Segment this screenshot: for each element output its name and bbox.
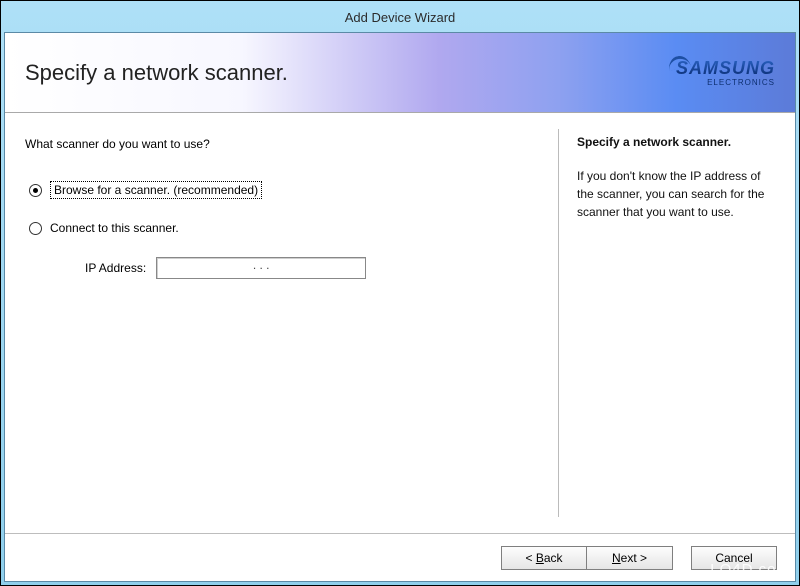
side-pane: Specify a network scanner. If you don't … (559, 113, 795, 533)
radio-connect-label: Connect to this scanner. (50, 221, 179, 235)
question-text: What scanner do you want to use? (25, 137, 538, 151)
radio-connect-row[interactable]: Connect to this scanner. (25, 221, 538, 235)
main-pane: What scanner do you want to use? Browse … (5, 113, 558, 533)
banner: Specify a network scanner. SAMSUNG ELECT… (5, 33, 795, 113)
side-title: Specify a network scanner. (577, 135, 777, 149)
watermark: LO4D.com (710, 561, 790, 578)
side-body: If you don't know the IP address of the … (577, 167, 777, 221)
radio-browse-label: Browse for a scanner. (recommended) (50, 181, 262, 199)
next-button[interactable]: Next > (587, 546, 673, 570)
radio-browse-button[interactable] (29, 184, 42, 197)
back-button[interactable]: < Back (501, 546, 587, 570)
radio-browse-row[interactable]: Browse for a scanner. (recommended) (25, 181, 538, 199)
ip-address-input[interactable]: . . . (156, 257, 366, 279)
radio-connect-button[interactable] (29, 222, 42, 235)
window-title: Add Device Wizard (345, 10, 456, 25)
ip-address-label: IP Address: (85, 261, 146, 275)
button-bar: < Back Next > Cancel (5, 533, 795, 581)
brand-logo: SAMSUNG ELECTRONICS (676, 59, 775, 87)
window-titlebar[interactable]: Add Device Wizard (4, 4, 796, 32)
ip-address-row: IP Address: . . . (85, 257, 538, 279)
desktop-background: Add Device Wizard Specify a network scan… (0, 0, 800, 586)
wizard-window: Specify a network scanner. SAMSUNG ELECT… (4, 32, 796, 582)
content-area: What scanner do you want to use? Browse … (5, 113, 795, 533)
brand-sub: ELECTRONICS (676, 79, 775, 87)
brand-name: SAMSUNG (676, 59, 775, 77)
banner-title: Specify a network scanner. (25, 60, 288, 86)
